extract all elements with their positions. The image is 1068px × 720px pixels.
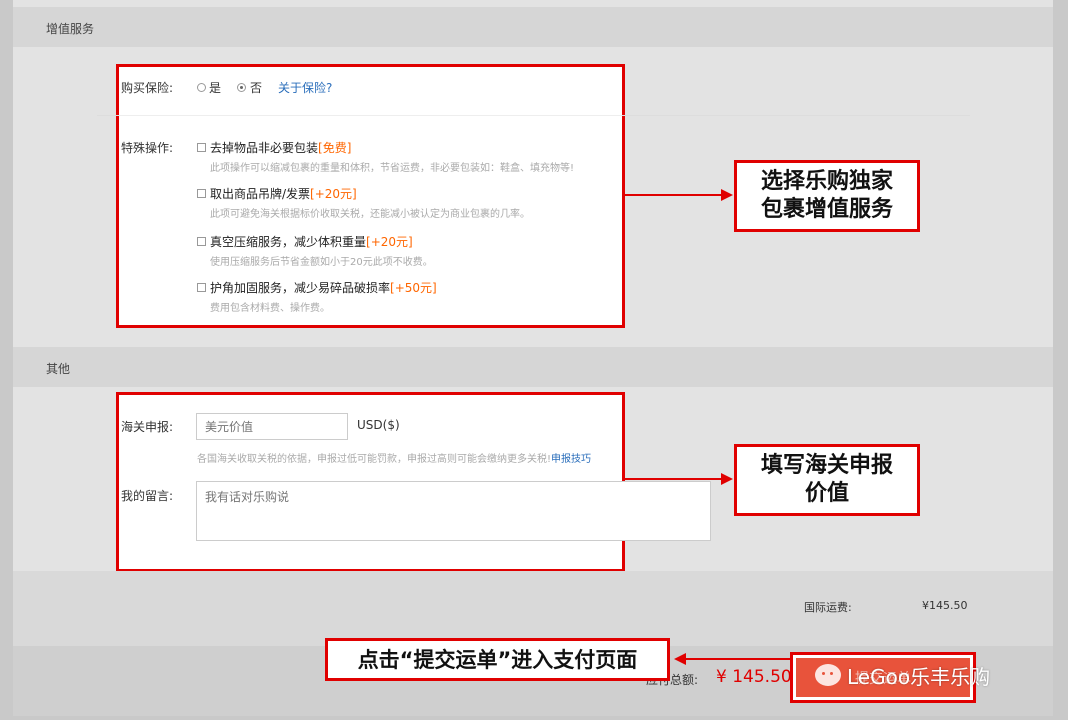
callout-arrowhead-submit	[674, 653, 686, 665]
shipping-value: ¥145.50	[922, 599, 968, 612]
remove-tags-checkbox[interactable]	[197, 189, 206, 198]
corner-protect-desc: 费用包含材料费、操作费。	[210, 303, 330, 314]
callout-arrow-submit	[686, 658, 792, 660]
insurance-no-radio[interactable]	[237, 83, 246, 92]
callout-arrow-value-added	[625, 194, 721, 196]
insurance-no-label: 否	[250, 81, 263, 95]
remove-packaging-checkbox[interactable]	[197, 143, 206, 152]
summary-panel	[13, 571, 1053, 646]
corner-protect-checkbox[interactable]	[197, 283, 206, 292]
callout-submit: 点击“提交运单”进入支付页面	[325, 638, 670, 681]
wechat-icon	[815, 664, 841, 686]
corner-protect-title: 护角加固服务，减少易碎品破损率[+50元]	[210, 281, 437, 295]
insurance-label: 购买保险:	[121, 81, 174, 95]
callout-value-added: 选择乐购独家包裹增值服务	[734, 160, 920, 232]
other-header: 其他	[13, 347, 1053, 387]
callout-arrowhead-value-added	[721, 189, 733, 201]
customs-label: 海关申报:	[121, 420, 174, 434]
message-label: 我的留言:	[121, 489, 174, 503]
insurance-info-link[interactable]: 关于保险?	[278, 79, 332, 96]
vacuum-checkbox[interactable]	[197, 237, 206, 246]
declaration-tips-link[interactable]: 申报技巧	[551, 454, 591, 465]
value-added-header: 增值服务	[13, 7, 1053, 47]
other-title: 其他	[46, 362, 71, 376]
customs-unit: USD($)	[357, 418, 400, 432]
message-textarea[interactable]	[196, 481, 711, 541]
callout-customs: 填写海关申报价值	[734, 444, 920, 516]
special-ops-label: 特殊操作:	[121, 141, 174, 155]
insurance-yes-radio[interactable]	[197, 83, 206, 92]
remove-tags-title: 取出商品吊牌/发票[+20元]	[210, 187, 357, 201]
total-value: ¥ 145.50	[716, 667, 792, 687]
callout-arrowhead-customs	[721, 473, 733, 485]
watermark: LeGoo乐丰乐购	[815, 657, 990, 693]
remove-tags-desc: 此项可避免海关根据标价收取关税，还能减小被认定为商业包裹的几率。	[210, 209, 530, 220]
value-added-title: 增值服务	[46, 22, 95, 36]
remove-packaging-title: 去掉物品非必要包装[免费]	[210, 141, 352, 155]
vacuum-desc: 使用压缩服务后节省金额如小于20元此项不收费。	[210, 257, 433, 268]
vacuum-title: 真空压缩服务，减少体积重量[+20元]	[210, 235, 413, 249]
customs-hint: 各国海关收取关税的依据，申报过低可能罚款，申报过高则可能会缴纳更多关税!申报技巧	[197, 454, 592, 465]
callout-arrow-customs	[625, 478, 721, 480]
frame-white-mask	[119, 115, 622, 116]
shipping-label: 国际运费:	[804, 601, 852, 614]
insurance-yes-label: 是	[209, 81, 222, 95]
watermark-text: LeGoo乐丰乐购	[847, 664, 991, 689]
remove-packaging-desc: 此项操作可以缩减包裹的重量和体积，节省运费，非必要包装如：鞋盒、填充物等!	[210, 163, 575, 174]
customs-value-input[interactable]	[196, 413, 348, 440]
